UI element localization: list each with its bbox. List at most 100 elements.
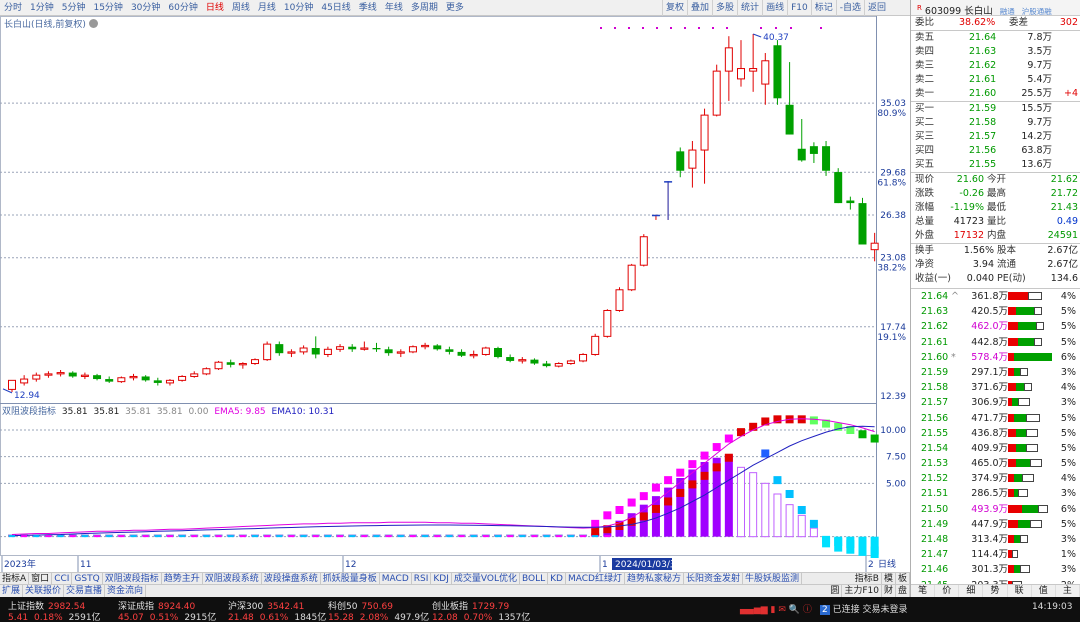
tool-7[interactable]: -自选 — [835, 0, 864, 16]
order-level-row[interactable]: 买三 21.57 14.2万 — [911, 130, 1080, 144]
ladder-row[interactable]: 21.64 ^ 361.8万 4% — [911, 289, 1080, 304]
tab-period-1[interactable]: 1分钟 — [26, 0, 58, 16]
level-volume: 9.7万 — [1027, 117, 1052, 128]
panel-tab-2[interactable]: 细 — [959, 585, 984, 597]
tab-period-3[interactable]: 15分钟 — [89, 0, 126, 16]
ladder-row[interactable]: 21.62 462.0万 5% — [911, 319, 1080, 334]
tab-period-8[interactable]: 月线 — [254, 0, 280, 16]
tab-period-6[interactable]: 日线 — [202, 0, 228, 16]
extension-tab-0[interactable]: 扩展 — [0, 585, 24, 597]
ladder-row[interactable]: 21.58 371.6万 4% — [911, 380, 1080, 395]
panel-tab-5[interactable]: 值 — [1032, 585, 1056, 597]
extension-tab-right-1[interactable]: 主力F10 — [842, 585, 882, 597]
panel-tab-1[interactable]: 价 — [935, 585, 960, 597]
tab-period-11[interactable]: 季线 — [355, 0, 381, 16]
right-axis-tab[interactable]: 日线 — [878, 558, 896, 570]
signal-square — [603, 511, 612, 520]
level-price: 21.62 — [969, 60, 997, 71]
extension-tab-right-0[interactable]: 圆 — [828, 585, 843, 597]
extension-tab-3[interactable]: 资金流向 — [105, 585, 147, 597]
stat-label: 净资 — [915, 259, 935, 270]
ladder-row[interactable]: 21.55 436.8万 5% — [911, 426, 1080, 441]
extension-tab-1[interactable]: 关联报价 — [23, 585, 65, 597]
baseline-marker — [482, 535, 489, 538]
tool-5[interactable]: F10 — [787, 0, 811, 16]
ladder-row[interactable]: 21.56 471.7万 5% — [911, 411, 1080, 426]
tab-period-12[interactable]: 年线 — [381, 0, 407, 16]
stat-value: 2.67亿 — [1047, 259, 1078, 270]
order-level-row[interactable]: 卖五 21.64 7.8万 — [911, 31, 1080, 45]
tab-period-2[interactable]: 5分钟 — [58, 0, 90, 16]
ladder-row[interactable]: 21.46 301.3万 3% — [911, 562, 1080, 577]
panel-tab-0[interactable]: 笔 — [911, 585, 936, 597]
tool-1[interactable]: 叠加 — [687, 0, 712, 16]
order-level-row[interactable]: 买二 21.58 9.7万 — [911, 116, 1080, 130]
ladder-row[interactable]: 21.63 420.5万 5% — [911, 304, 1080, 319]
tool-6[interactable]: 标记 — [810, 0, 836, 16]
ladder-row[interactable]: 21.49 447.9万 5% — [911, 517, 1080, 532]
indicator-bar — [809, 527, 818, 538]
candle-body — [348, 346, 357, 350]
order-level-row[interactable]: 卖一 21.60 25.5万 +4 — [911, 87, 1080, 101]
tool-0[interactable]: 复权 — [662, 0, 687, 16]
order-level-row[interactable]: 买五 21.55 13.6万 — [911, 158, 1080, 172]
ladder-row[interactable]: 21.53 465.0万 5% — [911, 456, 1080, 471]
extension-tab-2[interactable]: 交易直播 — [64, 585, 106, 597]
candle — [712, 64, 721, 117]
tab-period-13[interactable]: 多周期 — [407, 0, 442, 16]
ladder-volume: 493.9万 — [971, 503, 1008, 515]
stock-tag-2[interactable]: 沪股通融 — [1022, 7, 1052, 16]
ladder-row[interactable]: 21.52 374.9万 4% — [911, 471, 1080, 486]
extension-tab-right-2[interactable]: 财 — [882, 585, 896, 597]
order-level-row[interactable]: 买四 21.56 63.8万 — [911, 144, 1080, 158]
ladder-row[interactable]: 21.61 442.8万 5% — [911, 335, 1080, 350]
baseline-marker — [227, 535, 234, 538]
ladder-row[interactable]: 21.57 306.9万 3% — [911, 395, 1080, 410]
tab-period-14[interactable]: 更多 — [442, 0, 468, 16]
baseline-marker — [543, 535, 550, 538]
ladder-row[interactable]: 21.60 * 578.4万 6% — [911, 350, 1080, 365]
candle — [639, 234, 648, 267]
ladder-bar-sell — [1018, 337, 1034, 346]
candle-body — [178, 375, 187, 381]
tool-2[interactable]: 多股 — [712, 0, 737, 16]
indicator-value-2: 35.81 — [93, 407, 120, 417]
gear-icon[interactable] — [88, 19, 98, 28]
candle-body — [251, 359, 259, 365]
tool-4[interactable]: 画线 — [762, 0, 787, 16]
candle-body — [238, 363, 247, 366]
stat-value: 0.49 — [1056, 216, 1078, 227]
chart-tools: 复权 叠加 多股 统计 画线 F10 标记 -自选 返回 — [662, 0, 889, 16]
ladder-row[interactable]: 21.47 114.4万 1% — [911, 547, 1080, 562]
order-level-row[interactable]: 买一 21.59 15.5万 — [911, 102, 1080, 116]
ladder-row[interactable]: 21.59 297.1万 3% — [911, 365, 1080, 380]
tab-period-9[interactable]: 10分钟 — [280, 0, 317, 16]
tool-3[interactable]: 统计 — [737, 0, 762, 16]
signal-square — [809, 416, 818, 425]
stock-tag-1[interactable]: 融通 — [1000, 7, 1015, 16]
order-level-row[interactable]: 卖四 21.63 3.5万 — [911, 45, 1080, 59]
tab-period-4[interactable]: 30分钟 — [127, 0, 164, 16]
tab-period-7[interactable]: 周线 — [228, 0, 254, 16]
extension-tab-right-3[interactable]: 盘 — [896, 585, 910, 597]
login-status[interactable]: 交易未登录 — [863, 605, 908, 615]
ladder-row[interactable]: 21.50 493.9万 6% — [911, 502, 1080, 517]
tab-period-10[interactable]: 45日线 — [317, 0, 354, 16]
panel-tab-4[interactable]: 联 — [1008, 585, 1032, 597]
ladder-percent: 4% — [1060, 473, 1076, 485]
tab-period-0[interactable]: 分时 — [0, 0, 26, 16]
kline-chart-area[interactable]: 长白山(日线,前复权) 双阻波段指标 35.81 35.81 35.81 35.… — [0, 16, 910, 572]
ladder-row[interactable]: 21.48 313.4万 3% — [911, 532, 1080, 547]
candle-body — [700, 114, 709, 151]
stat-label: 外盘 — [915, 230, 935, 241]
tool-8[interactable]: 返回 — [863, 0, 889, 16]
ladder-row[interactable]: 21.54 409.9万 5% — [911, 441, 1080, 456]
ladder-row[interactable]: 21.51 286.5万 3% — [911, 486, 1080, 501]
order-level-row[interactable]: 卖三 21.62 9.7万 — [911, 59, 1080, 73]
candle-body — [566, 360, 575, 365]
indicator-name[interactable]: 双阻波段指标 — [2, 407, 56, 417]
panel-tab-3[interactable]: 势 — [983, 585, 1008, 597]
panel-tab-6[interactable]: 主 — [1056, 585, 1080, 597]
order-level-row[interactable]: 卖二 21.61 5.4万 — [911, 73, 1080, 87]
tab-period-5[interactable]: 60分钟 — [164, 0, 201, 16]
